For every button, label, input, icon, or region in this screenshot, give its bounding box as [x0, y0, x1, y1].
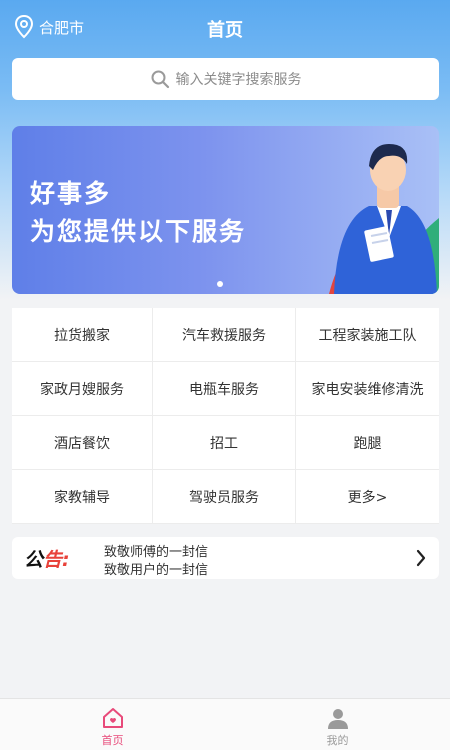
announcement-item[interactable]: 致敬用户的一封信 — [104, 559, 208, 578]
worker-illustration — [329, 144, 439, 294]
announcement-label-part1: 公 — [24, 549, 44, 571]
chevron-right-icon[interactable] — [415, 548, 427, 568]
carousel-indicator[interactable] — [217, 281, 223, 287]
bottom-tab-bar: 首页 我的 — [0, 698, 450, 750]
service-item[interactable]: 汽车救援服务 — [153, 308, 296, 362]
search-bar[interactable]: 输入关键字搜索服务 — [12, 58, 439, 100]
announcement-ticker[interactable]: 致敬师傅的一封信 致敬用户的一封信 — [104, 537, 384, 579]
header: 合肥市 首页 — [0, 0, 450, 56]
promo-banner[interactable]: 好事多 为您提供以下服务 — [12, 126, 439, 294]
search-icon — [151, 70, 169, 89]
service-item[interactable]: 酒店餐饮 — [12, 416, 153, 470]
service-item[interactable]: 家政月嫂服务 — [12, 362, 153, 416]
tab-home-label: 首页 — [101, 734, 124, 747]
tab-home[interactable]: 首页 — [0, 699, 225, 750]
tab-mine-label: 我的 — [326, 734, 349, 747]
more-services-link[interactable]: 更多> — [296, 470, 439, 524]
announcement-item[interactable]: 致敬师傅的一封信 — [104, 541, 208, 560]
page-title: 首页 — [207, 20, 243, 41]
announcement-label-part2: 告: — [43, 549, 70, 571]
services-grid: 拉货搬家 汽车救援服务 工程家装施工队 家政月嫂服务 电瓶车服务 家电安装维修清… — [12, 308, 439, 524]
service-item[interactable]: 招工 — [153, 416, 296, 470]
service-item[interactable]: 跑腿 — [296, 416, 439, 470]
service-item[interactable]: 家教辅导 — [12, 470, 153, 524]
announcement-bar[interactable]: 公告: 致敬师傅的一封信 致敬用户的一封信 — [12, 537, 439, 579]
service-item[interactable]: 拉货搬家 — [12, 308, 153, 362]
banner-subheadline: 为您提供以下服务 — [30, 217, 247, 246]
search-placeholder: 输入关键字搜索服务 — [175, 72, 302, 88]
home-icon — [102, 708, 123, 728]
service-item[interactable]: 工程家装施工队 — [296, 308, 439, 362]
service-item[interactable]: 驾驶员服务 — [153, 470, 296, 524]
service-item[interactable]: 电瓶车服务 — [153, 362, 296, 416]
service-item[interactable]: 家电安装维修清洗 — [296, 362, 439, 416]
user-icon — [327, 709, 348, 729]
announcement-label: 公告: — [24, 545, 70, 572]
banner-headline: 好事多 — [30, 179, 112, 208]
tab-mine[interactable]: 我的 — [225, 699, 450, 750]
